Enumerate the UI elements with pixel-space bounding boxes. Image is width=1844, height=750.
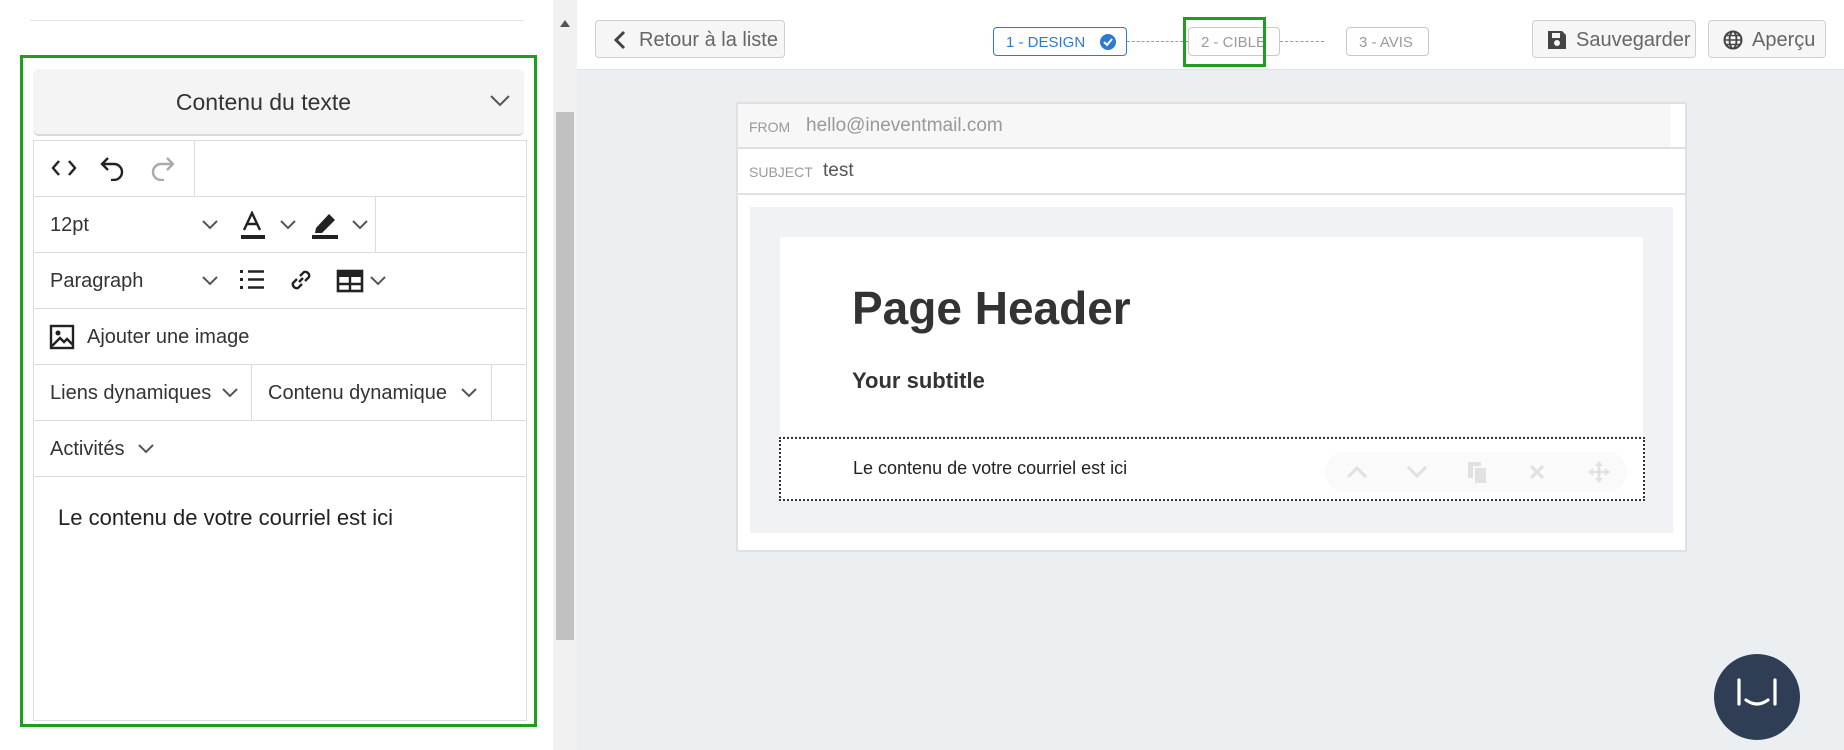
email-canvas: Page Header Your subtitle Le contenu de … [750,207,1673,533]
table-icon[interactable] [336,269,364,293]
preview-button[interactable]: Aperçu [1708,20,1826,58]
add-image-button[interactable]: Ajouter une image [34,309,294,364]
scrollbar-thumb[interactable] [556,112,574,640]
move-down-icon[interactable] [1406,465,1428,479]
left-panel-scrollbar[interactable] [553,0,577,750]
delete-icon[interactable] [1529,464,1545,480]
dynamic-links-dropdown[interactable]: Liens dynamiques [34,365,252,420]
step-design[interactable]: 1 - DESIGN [993,27,1127,56]
toolbar-row-activities: Activités [34,421,526,477]
divider [30,20,524,21]
image-icon [49,324,75,350]
top-bar: Retour à la liste 1 - DESIGN 2 - CIBLE 3… [577,0,1844,70]
step-label: 1 - DESIGN [1006,34,1086,51]
dynamic-links-label: Liens dynamiques [50,382,212,404]
add-image-label: Ajouter une image [87,326,250,348]
globe-icon [1723,30,1743,50]
chevron-left-icon [614,30,626,50]
step-connector [1127,41,1188,42]
email-card: FROM hello@ineventmail.com SUBJECT test … [736,102,1687,552]
move-up-icon[interactable] [1346,465,1368,479]
chevron-down-icon [138,444,154,454]
drag-handle-icon[interactable] [1587,460,1611,484]
subject-label: SUBJECT [749,164,813,180]
back-to-list-button[interactable]: Retour à la liste [595,20,785,58]
undo-icon[interactable] [99,155,125,181]
from-field[interactable]: FROM hello@ineventmail.com [738,104,1671,147]
scroll-up-arrow-icon[interactable] [560,20,570,27]
text-block-selected[interactable]: Le contenu de votre courriel est ici [779,437,1645,501]
text-content-editor: Contenu du texte 12pt Paragraph Ajouter … [20,55,537,727]
toolbar-group: 12pt [34,197,376,252]
chevron-down-icon[interactable] [280,220,296,230]
step-label: 3 - AVIS [1359,34,1413,51]
chevron-down-icon[interactable] [202,220,218,230]
from-row: FROM hello@ineventmail.com [738,104,1685,149]
from-value: hello@ineventmail.com [806,115,1003,136]
save-button-label: Sauvegarder [1576,29,1691,51]
chevron-down-icon [461,388,477,398]
toolbar-row-history [34,141,526,197]
save-icon [1548,31,1566,49]
header-block[interactable]: Page Header Your subtitle [780,237,1643,436]
toolbar-row-image: Ajouter une image [34,309,526,365]
toolbar-row-dynamic: Liens dynamiques Contenu dynamique [34,365,526,421]
chevron-down-icon[interactable] [370,276,386,286]
check-circle-icon [1100,34,1116,50]
text-block-content: Le contenu de votre courriel est ici [853,458,1128,478]
email-preview-area: Retour à la liste 1 - DESIGN 2 - CIBLE 3… [577,0,1844,750]
dynamic-content-label: Contenu dynamique [268,382,448,404]
toolbar-row-format: 12pt [34,197,526,253]
step-connector [1280,41,1324,42]
chevron-down-icon[interactable] [202,276,218,286]
redo-icon[interactable] [150,155,176,181]
editor-toolbar: 12pt Paragraph Ajouter une image Liens d… [33,140,527,721]
activities-label: Activités [50,438,125,460]
text-content-section-header[interactable]: Contenu du texte [33,69,524,136]
text-color-icon[interactable] [239,211,267,241]
chevron-down-icon [490,95,510,107]
preview-button-label: Aperçu [1752,29,1816,51]
step-notice[interactable]: 3 - AVIS [1346,27,1429,56]
section-title: Contenu du texte [175,89,352,115]
block-controls [1325,452,1627,492]
font-size-select[interactable]: 12pt [50,214,89,237]
highlight-color-icon[interactable] [310,210,340,240]
dynamic-content-dropdown[interactable]: Contenu dynamique [252,365,492,420]
copy-icon[interactable] [1467,461,1489,485]
back-button-label: Retour à la liste [639,29,778,51]
block-format-select[interactable]: Paragraph [50,270,143,293]
source-code-icon[interactable] [51,159,77,177]
highlight-box [1183,17,1266,67]
link-icon[interactable] [287,266,315,294]
subject-field[interactable]: SUBJECT test [738,149,1685,195]
activities-dropdown[interactable]: Activités [34,421,164,476]
page-header-title: Page Header [852,282,1131,334]
editor-content: Le contenu de votre courriel est ici [58,505,394,530]
chevron-down-icon[interactable] [352,220,368,230]
rich-text-editor-area[interactable]: Le contenu de votre courriel est ici [34,477,526,720]
left-panel: Contenu du texte 12pt Paragraph Ajouter … [0,0,553,750]
subject-value: test [823,160,854,181]
bullet-list-icon[interactable] [239,268,265,292]
from-label: FROM [749,119,791,135]
chevron-down-icon [222,388,238,398]
toolbar-group [34,141,195,196]
toolbar-row-blocks: Paragraph [34,253,526,309]
chat-launcher-button[interactable] [1714,654,1800,740]
save-button[interactable]: Sauvegarder [1532,20,1696,58]
page-header-subtitle: Your subtitle [852,368,985,393]
chat-icon [1737,678,1777,706]
